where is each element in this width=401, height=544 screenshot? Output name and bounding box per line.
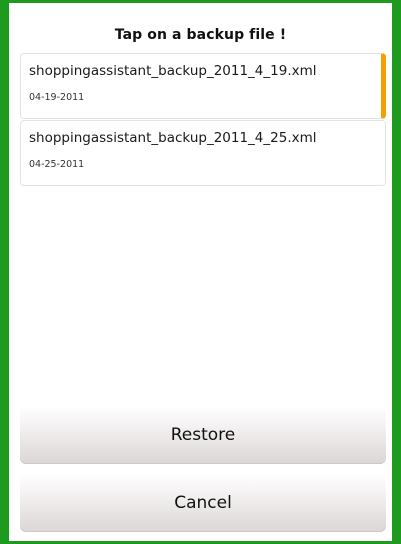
dialog-title: Tap on a backup file ! (114, 27, 287, 43)
backup-file-item[interactable]: shoppingassistant_backup_2011_4_25.xml 0… (20, 120, 386, 186)
backup-file-name: shoppingassistant_backup_2011_4_25.xml (29, 130, 317, 146)
backup-file-list: shoppingassistant_backup_2011_4_19.xml 0… (20, 53, 386, 187)
backup-file-date: 04-19-2011 (29, 92, 85, 103)
backup-file-item[interactable]: shoppingassistant_backup_2011_4_19.xml 0… (20, 53, 386, 119)
backup-file-name: shoppingassistant_backup_2011_4_19.xml (29, 63, 317, 79)
backup-file-date: 04-25-2011 (29, 159, 85, 170)
cancel-button[interactable]: Cancel (20, 474, 386, 532)
restore-button[interactable]: Restore (20, 406, 386, 464)
